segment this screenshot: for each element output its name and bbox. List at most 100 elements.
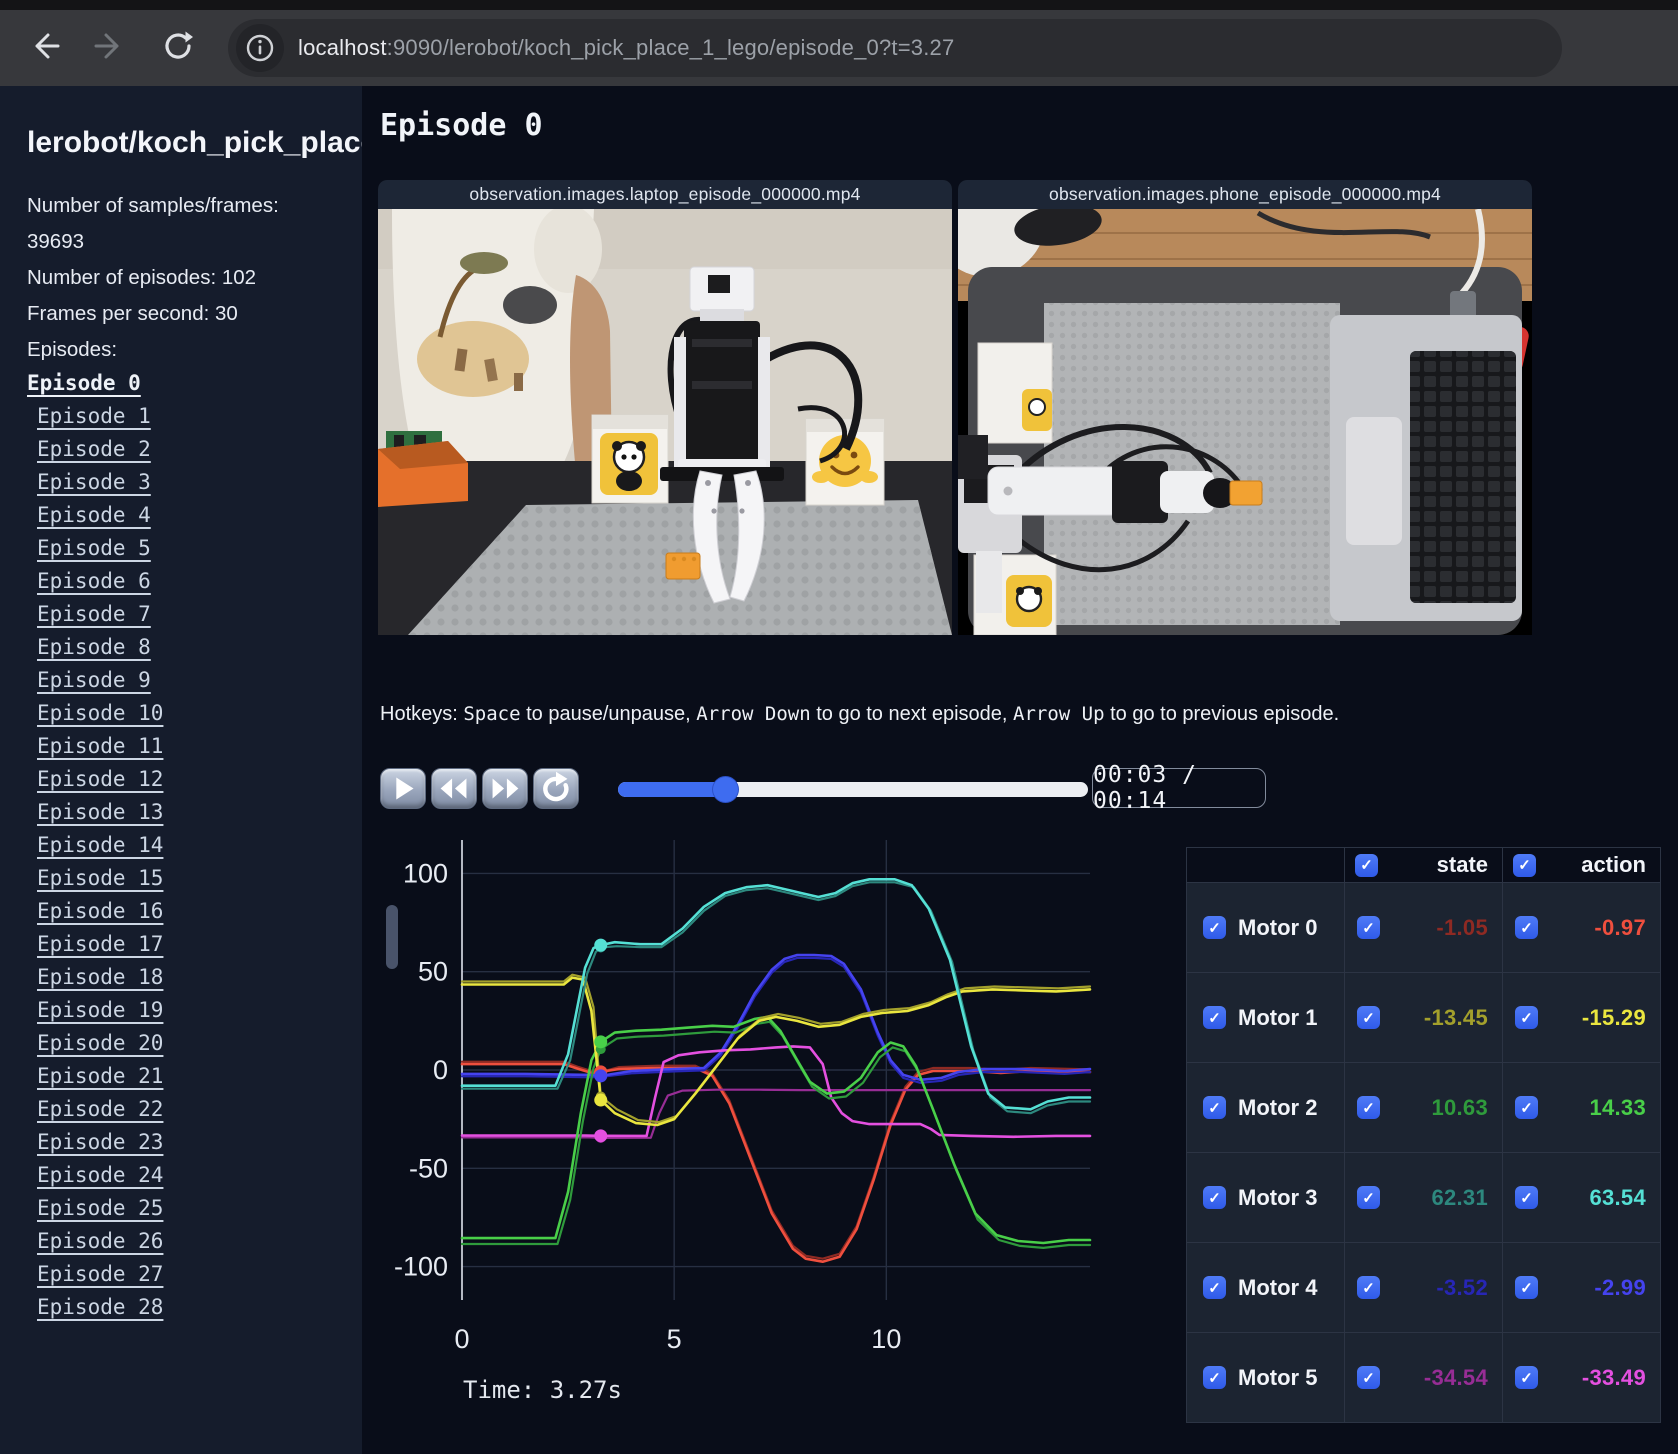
episode-list-item: Episode 18 <box>27 965 362 998</box>
rewind-button[interactable] <box>431 768 477 809</box>
action-column-checkbox[interactable] <box>1513 853 1536 877</box>
state-checkbox[interactable] <box>1357 1096 1380 1119</box>
state-checkbox[interactable] <box>1357 1276 1380 1299</box>
episode-link-21[interactable]: Episode 21 <box>37 1064 163 1088</box>
episode-link-7[interactable]: Episode 7 <box>37 602 151 626</box>
episode-link-2[interactable]: Episode 2 <box>37 437 151 461</box>
episode-link-16[interactable]: Episode 16 <box>37 899 163 923</box>
back-icon[interactable] <box>22 24 66 68</box>
motor-checkbox[interactable] <box>1203 1276 1226 1299</box>
state-value: -1.05 <box>1436 914 1488 940</box>
action-column-label: action <box>1581 852 1646 877</box>
episode-list-item: Episode 9 <box>27 668 362 701</box>
seek-slider-thumb[interactable] <box>713 777 739 802</box>
action-checkbox[interactable] <box>1515 1366 1538 1389</box>
hotkeys-help: Hotkeys: Space to pause/unpause, Arrow D… <box>380 703 1339 726</box>
motor-checkbox[interactable] <box>1203 1186 1226 1209</box>
episode-link-6[interactable]: Episode 6 <box>37 569 151 593</box>
episode-list-item: Episode 16 <box>27 899 362 932</box>
episode-link-27[interactable]: Episode 27 <box>37 1262 163 1286</box>
video-caption-laptop: observation.images.laptop_episode_000000… <box>378 180 952 209</box>
episode-link-14[interactable]: Episode 14 <box>37 833 163 857</box>
episode-link-28[interactable]: Episode 28 <box>37 1295 163 1319</box>
video-frame-phone[interactable] <box>958 209 1532 635</box>
episode-link-25[interactable]: Episode 25 <box>37 1196 163 1220</box>
time-display: 00:03 / 00:14 <box>1092 762 1266 814</box>
episode-list-item: Episode 21 <box>27 1064 362 1097</box>
episode-list-item: Episode 15 <box>27 866 362 899</box>
motor-name: Motor 0 <box>1238 914 1318 940</box>
motor-table: state action Motor 0 -1.05 -0.97 Motor 1 -13… <box>1186 847 1661 1423</box>
play-button[interactable] <box>380 768 426 809</box>
episode-link-22[interactable]: Episode 22 <box>37 1097 163 1121</box>
state-value: 62.31 <box>1431 1184 1488 1210</box>
action-value: 63.54 <box>1589 1184 1646 1210</box>
episode-link-8[interactable]: Episode 8 <box>37 635 151 659</box>
loop-button[interactable] <box>533 768 579 809</box>
episode-link-20[interactable]: Episode 20 <box>37 1031 163 1055</box>
seek-slider[interactable] <box>618 777 1088 802</box>
seek-slider-fill <box>618 782 726 797</box>
reload-icon[interactable] <box>156 24 200 68</box>
url-text[interactable]: localhost:9090/lerobot/koch_pick_place_1… <box>298 35 954 61</box>
dataset-stats: Number of samples/frames: 39693 Number o… <box>27 188 335 368</box>
episode-list-item: Episode 20 <box>27 1031 362 1064</box>
action-checkbox[interactable] <box>1515 1186 1538 1209</box>
episode-link-18[interactable]: Episode 18 <box>37 965 163 989</box>
action-value: -0.97 <box>1594 914 1646 940</box>
site-info-icon[interactable] <box>236 24 284 72</box>
state-checkbox[interactable] <box>1357 1006 1380 1029</box>
episode-list-item: Episode 5 <box>27 536 362 569</box>
episode-link-24[interactable]: Episode 24 <box>37 1163 163 1187</box>
motor-checkbox[interactable] <box>1203 1006 1226 1029</box>
episode-link-15[interactable]: Episode 15 <box>37 866 163 890</box>
episode-list-item: Episode 13 <box>27 800 362 833</box>
url-bar[interactable]: localhost:9090/lerobot/koch_pick_place_1… <box>228 19 1562 77</box>
episodes-label: Episodes: <box>27 338 118 361</box>
episode-link-11[interactable]: Episode 11 <box>37 734 163 758</box>
episode-list-item: Episode 19 <box>27 998 362 1031</box>
state-checkbox[interactable] <box>1357 1186 1380 1209</box>
episode-link-13[interactable]: Episode 13 <box>37 800 163 824</box>
header-action-cell: action <box>1502 847 1661 883</box>
episode-link-19[interactable]: Episode 19 <box>37 998 163 1022</box>
motor-checkbox[interactable] <box>1203 916 1226 939</box>
action-checkbox[interactable] <box>1515 1096 1538 1119</box>
episode-link-3[interactable]: Episode 3 <box>37 470 151 494</box>
episode-list-item: Episode 22 <box>27 1097 362 1130</box>
episode-link-0[interactable]: Episode 0 <box>27 371 141 395</box>
action-checkbox[interactable] <box>1515 1276 1538 1299</box>
episode-link-17[interactable]: Episode 17 <box>37 932 163 956</box>
motor-checkbox[interactable] <box>1203 1096 1226 1119</box>
episode-list-item: Episode 26 <box>27 1229 362 1262</box>
fast-forward-button[interactable] <box>482 768 528 809</box>
state-value: 10.63 <box>1431 1094 1488 1120</box>
state-value: -34.54 <box>1423 1364 1488 1390</box>
hotkeys-prefix: Hotkeys: <box>380 703 464 725</box>
video-frame-laptop[interactable] <box>378 209 952 635</box>
state-checkbox[interactable] <box>1357 1366 1380 1389</box>
motor-checkbox[interactable] <box>1203 1366 1226 1389</box>
hotkeys-mid1: to pause/unpause, <box>520 703 697 725</box>
action-checkbox[interactable] <box>1515 916 1538 939</box>
episode-link-4[interactable]: Episode 4 <box>37 503 151 527</box>
action-checkbox[interactable] <box>1515 1006 1538 1029</box>
motor-chart[interactable]: 100 50 0 -50 -100 0 5 10 <box>362 822 1107 1432</box>
svg-text:0: 0 <box>454 1324 469 1354</box>
episode-link-23[interactable]: Episode 23 <box>37 1130 163 1154</box>
episode-list-item: Episode 2 <box>27 437 362 470</box>
state-column-checkbox[interactable] <box>1355 853 1378 877</box>
forward-icon[interactable] <box>88 24 132 68</box>
state-value: -13.45 <box>1423 1004 1488 1030</box>
state-checkbox[interactable] <box>1357 916 1380 939</box>
svg-text:50: 50 <box>418 957 448 987</box>
hotkey-arrow-down: Arrow Down <box>696 703 811 725</box>
episode-link-26[interactable]: Episode 26 <box>37 1229 163 1253</box>
episode-link-12[interactable]: Episode 12 <box>37 767 163 791</box>
video-card-phone: observation.images.phone_episode_000000.… <box>958 180 1532 635</box>
episode-link-5[interactable]: Episode 5 <box>37 536 151 560</box>
episode-link-1[interactable]: Episode 1 <box>37 404 151 428</box>
episode-link-9[interactable]: Episode 9 <box>37 668 151 692</box>
stat-episodes: Number of episodes: 102 <box>27 266 257 289</box>
episode-link-10[interactable]: Episode 10 <box>37 701 163 725</box>
